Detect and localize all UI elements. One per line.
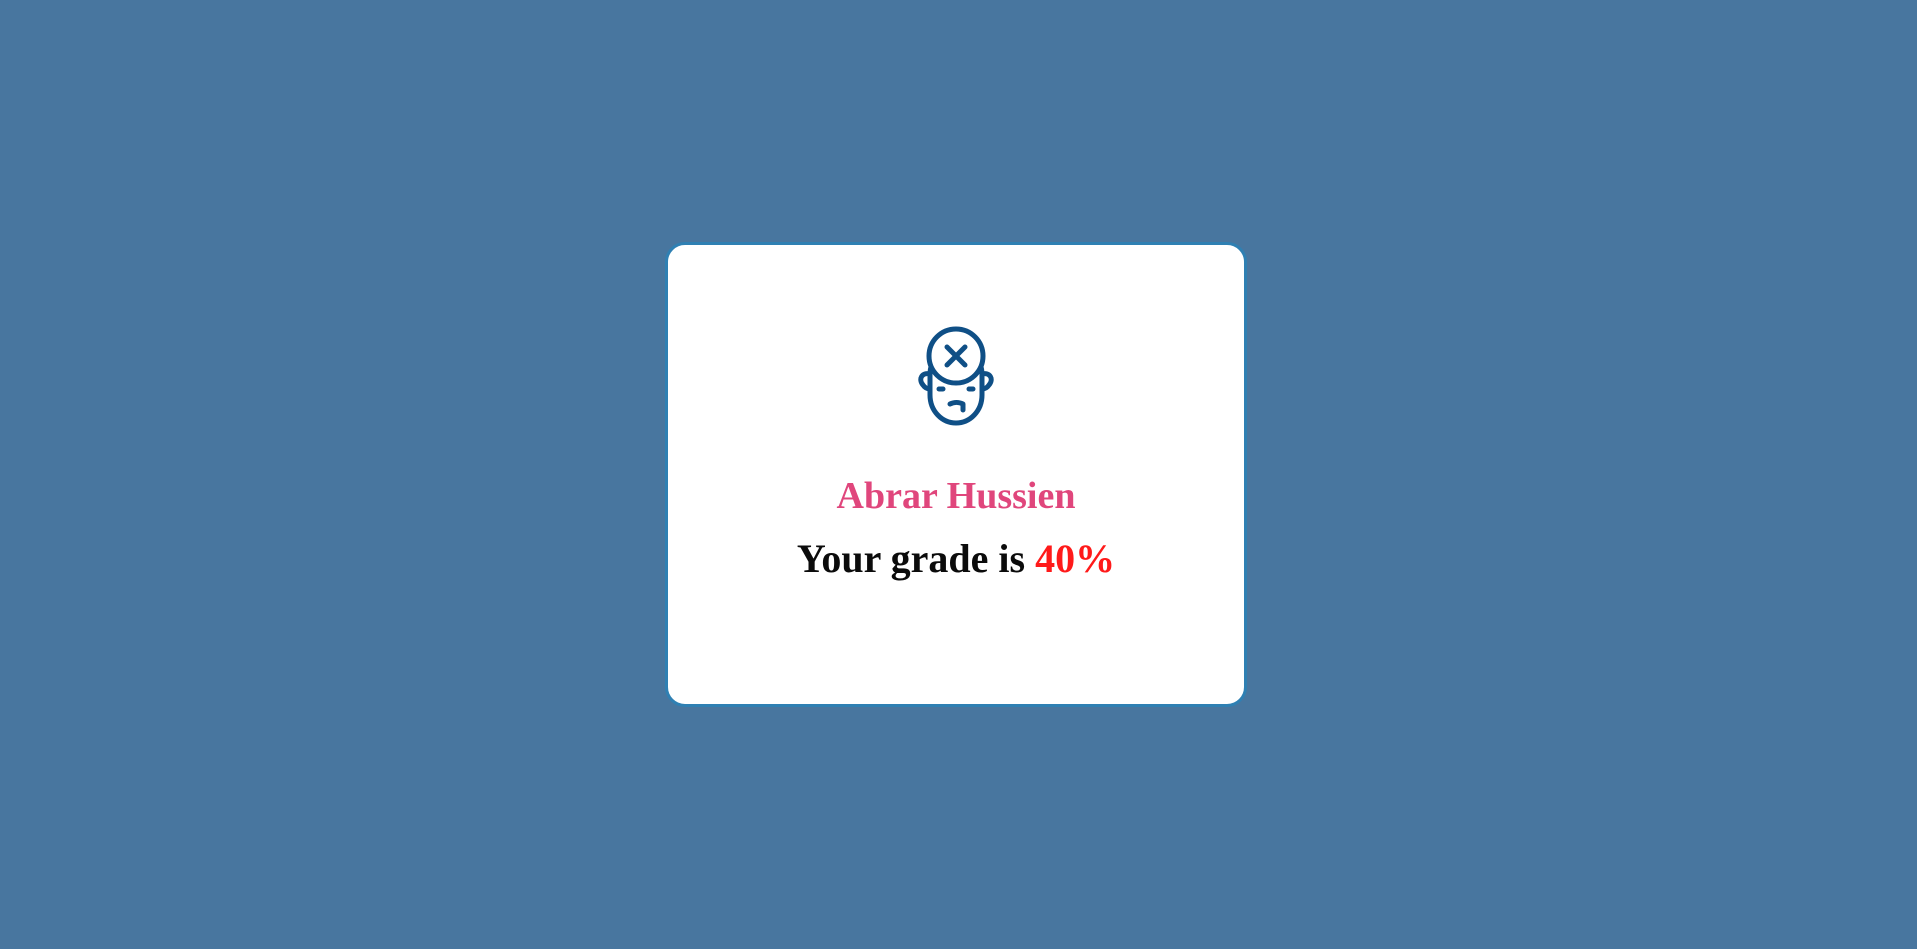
page-background: { "result": { "icon": "sad-face-with-x-i… (0, 0, 1917, 949)
result-card: Abrar Hussien Your grade is 40% (665, 242, 1247, 707)
grade-line: Your grade is 40% (668, 539, 1244, 579)
grade-label: Your grade is (796, 536, 1026, 581)
student-name: Abrar Hussien (836, 475, 1076, 517)
sad-face-icon (912, 325, 1000, 427)
grade-value: 40% (1035, 536, 1116, 581)
